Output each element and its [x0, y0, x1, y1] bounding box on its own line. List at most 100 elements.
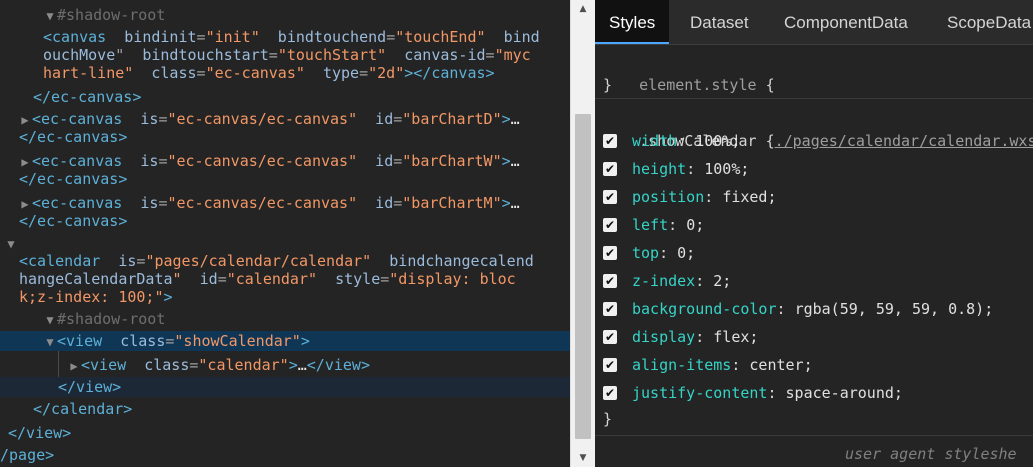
- css-property-name[interactable]: top: [632, 244, 659, 262]
- expand-arrow-icon[interactable]: ▼: [43, 6, 57, 26]
- dom-node-line[interactable]: ▶ <ec-canvas is="ec-canvas/ec-canvas" id=…: [0, 193, 570, 213]
- declaration-checkbox[interactable]: ✔: [603, 386, 617, 400]
- dom-node-line[interactable]: ▶ <view class="calendar">…</view>: [0, 355, 570, 375]
- declaration-checkbox[interactable]: ✔: [603, 330, 617, 344]
- dom-node-line[interactable]: ▼ #shadow-root: [0, 5, 570, 25]
- dom-token: <ec-canvas: [32, 152, 123, 170]
- css-property-name[interactable]: align-items: [632, 356, 731, 374]
- dom-node-line[interactable]: ▼: [0, 233, 570, 253]
- scroll-thumb[interactable]: [575, 114, 591, 439]
- dom-node-line[interactable]: ▼ <view class="showCalendar">: [0, 331, 570, 351]
- dom-node-line[interactable]: hangeCalendarData" id="calendar" style="…: [0, 269, 570, 289]
- dom-node-line[interactable]: /page>: [0, 445, 570, 465]
- dom-node-line[interactable]: ▶ <ec-canvas is="ec-canvas/ec-canvas" id=…: [0, 109, 570, 129]
- css-property-name[interactable]: position: [632, 188, 704, 206]
- dom-token: …: [510, 110, 520, 128]
- rule-source-link[interactable]: ./pages/calendar/calendar.wxs: [775, 132, 1033, 150]
- styles-panel: Styles Dataset ComponentData ScopeData e…: [595, 0, 1033, 467]
- css-declaration[interactable]: position: fixed;: [632, 186, 777, 208]
- css-property-value[interactable]: center;: [749, 356, 812, 374]
- dom-node-line[interactable]: </calendar>: [0, 399, 570, 419]
- css-property-value[interactable]: 0;: [686, 216, 704, 234]
- css-declaration[interactable]: justify-content: space-around;: [632, 382, 903, 404]
- css-property-name[interactable]: background-color: [632, 300, 777, 318]
- css-property-value[interactable]: 100%;: [695, 132, 740, 150]
- css-property-name[interactable]: left: [632, 216, 668, 234]
- tab-componentdata[interactable]: ComponentData: [784, 0, 908, 44]
- declaration-checkbox[interactable]: ✔: [603, 190, 617, 204]
- css-property-value[interactable]: fixed;: [722, 188, 776, 206]
- css-property-name[interactable]: z-index: [632, 272, 695, 290]
- dom-node-line[interactable]: </ec-canvas>: [0, 169, 570, 189]
- rule-divider: [595, 98, 1033, 99]
- dom-token: >: [163, 288, 173, 306]
- dom-node-line[interactable]: <canvas bindinit="init" bindtouchend="to…: [0, 27, 570, 47]
- scroll-down-arrow-icon[interactable]: ▼: [571, 449, 595, 467]
- css-declaration[interactable]: background-color: rgba(59, 59, 59, 0.8);: [632, 298, 993, 320]
- css-property-value[interactable]: flex;: [713, 328, 758, 346]
- rule-divider: [595, 435, 1033, 436]
- css-declaration[interactable]: width: 100%;: [632, 130, 740, 152]
- css-property-name[interactable]: justify-content: [632, 384, 767, 402]
- dom-token: bind: [485, 28, 540, 46]
- css-declaration[interactable]: align-items: center;: [632, 354, 813, 376]
- dom-token: >: [501, 152, 511, 170]
- dom-node-line[interactable]: ▼ #shadow-root: [0, 309, 570, 329]
- elements-scrollbar[interactable]: ▲ ▼: [570, 0, 595, 467]
- tab-styles[interactable]: Styles: [595, 0, 670, 44]
- css-property-name[interactable]: width: [632, 132, 677, 150]
- dom-node-line[interactable]: k;z-index: 100;">: [0, 287, 570, 307]
- dom-token: =: [393, 194, 403, 212]
- css-property-value[interactable]: rgba(59, 59, 59, 0.8);: [795, 300, 994, 318]
- declaration-checkbox[interactable]: ✔: [603, 358, 617, 372]
- css-declaration[interactable]: height: 100%;: [632, 158, 749, 180]
- dom-node-line[interactable]: </ec-canvas>: [0, 127, 570, 147]
- dom-token: #shadow-root: [57, 310, 166, 328]
- css-property-value[interactable]: 100%;: [704, 160, 749, 178]
- dom-token: =: [196, 28, 206, 46]
- dom-node-line[interactable]: </view>: [0, 377, 570, 397]
- collapse-arrow-icon[interactable]: ▶: [67, 356, 81, 376]
- scroll-up-arrow-icon[interactable]: ▲: [571, 0, 595, 18]
- dom-node-line[interactable]: </view>: [0, 423, 570, 443]
- dom-node-line[interactable]: ▶ <ec-canvas is="ec-canvas/ec-canvas" id=…: [0, 151, 570, 171]
- dom-node-line[interactable]: ouchMove" bindtouchstart="touchStart" ca…: [0, 45, 570, 65]
- declaration-checkbox[interactable]: ✔: [603, 134, 617, 148]
- css-property-value[interactable]: 0;: [677, 244, 695, 262]
- dom-token: class: [126, 356, 190, 374]
- dom-token: id: [181, 270, 218, 288]
- dom-token: class: [133, 64, 197, 82]
- ua-stylesheet-label: user agent styleshe: [845, 445, 1017, 463]
- dom-token: hart-line": [43, 64, 134, 82]
- dom-token: "calendar": [226, 270, 318, 288]
- declaration-checkbox[interactable]: ✔: [603, 302, 617, 316]
- expand-arrow-icon[interactable]: ▼: [43, 310, 57, 330]
- css-property-name[interactable]: height: [632, 160, 686, 178]
- dom-node-line[interactable]: hart-line" class="ec-canvas" type="2d"><…: [0, 63, 570, 83]
- css-declaration[interactable]: left: 0;: [632, 214, 704, 236]
- css-property-name[interactable]: display: [632, 328, 695, 346]
- declaration-checkbox[interactable]: ✔: [603, 274, 617, 288]
- declaration-checkbox[interactable]: ✔: [603, 246, 617, 260]
- declaration-checkbox[interactable]: ✔: [603, 218, 617, 232]
- css-declaration[interactable]: display: flex;: [632, 326, 758, 348]
- expand-arrow-icon[interactable]: ▼: [43, 332, 57, 352]
- dom-token: id: [357, 110, 394, 128]
- dom-node-line[interactable]: </ec-canvas>: [0, 211, 570, 231]
- element-style-selector: element.style: [639, 76, 757, 94]
- dom-token: </ec-canvas>: [33, 88, 142, 106]
- dom-token: <ec-canvas: [32, 194, 123, 212]
- dom-token: "ec-canvas/ec-canvas": [167, 194, 358, 212]
- css-property-value[interactable]: space-around;: [786, 384, 903, 402]
- css-declaration[interactable]: top: 0;: [632, 242, 695, 264]
- dom-node-line[interactable]: <calendar is="pages/calendar/calendar" b…: [0, 251, 570, 271]
- css-property-value[interactable]: 2;: [713, 272, 731, 290]
- dom-node-line[interactable]: </ec-canvas>: [0, 87, 570, 107]
- css-declaration[interactable]: z-index: 2;: [632, 270, 731, 292]
- declaration-checkbox[interactable]: ✔: [603, 162, 617, 176]
- showcalendar-rule-header: .showCalendar {./pages/calendar/calendar…: [603, 108, 1033, 150]
- dom-token: =: [386, 28, 396, 46]
- tab-scopedata[interactable]: ScopeData: [947, 0, 1031, 44]
- element-style-rule[interactable]: element.style {: [603, 52, 774, 94]
- tab-dataset[interactable]: Dataset: [690, 0, 749, 44]
